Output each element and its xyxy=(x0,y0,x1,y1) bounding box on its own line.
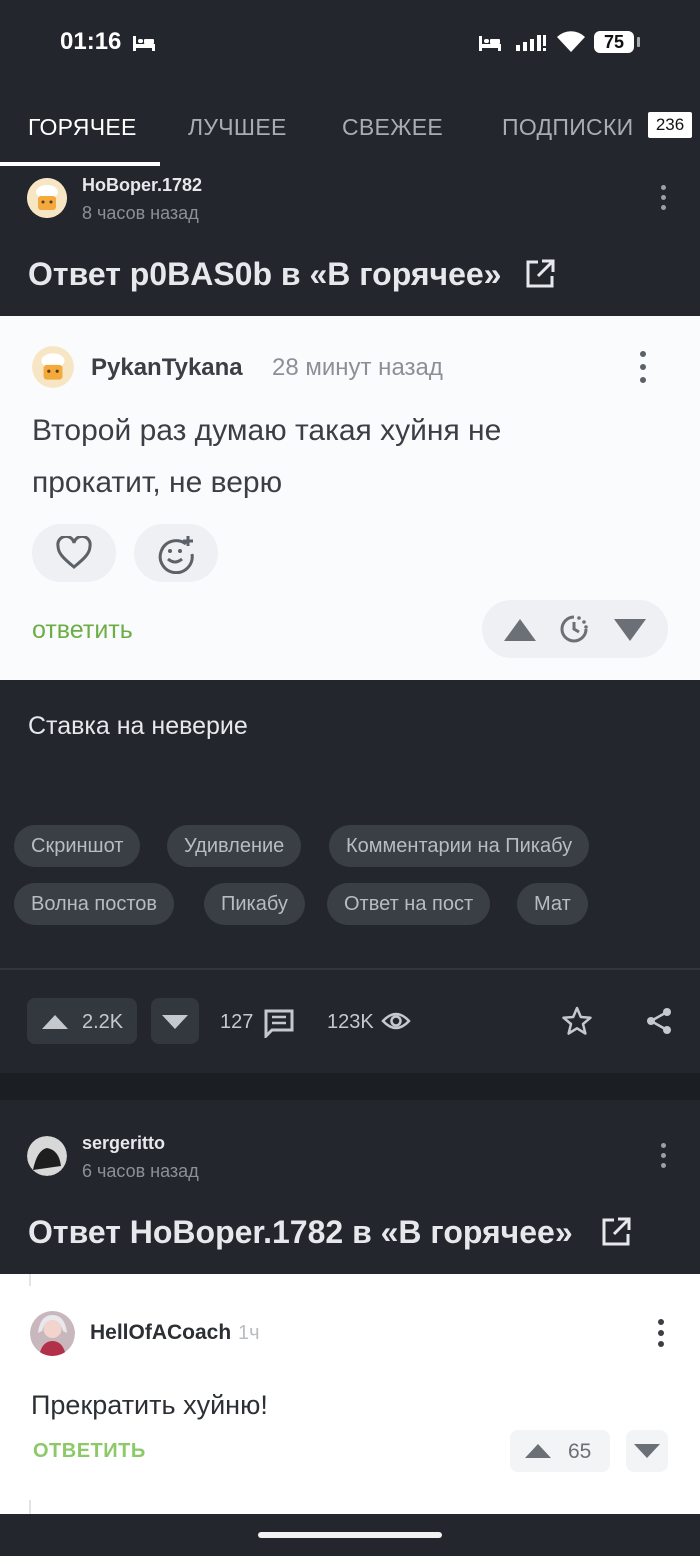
upvote-icon xyxy=(42,1015,68,1029)
comment-rating-pill xyxy=(482,600,668,658)
add-reaction-pill xyxy=(134,524,218,582)
post-rating: 2.2K xyxy=(82,1011,124,1033)
tab-hot[interactable]: ГОРЯЧЕЕ xyxy=(28,114,137,141)
avatar[interactable] xyxy=(27,178,67,218)
more-options-icon[interactable] xyxy=(661,185,667,215)
downvote-icon xyxy=(634,1444,660,1458)
downvote-button[interactable] xyxy=(151,998,199,1044)
downvote-icon xyxy=(614,619,646,641)
post-separator xyxy=(0,1073,700,1100)
comment-rating-pill: 65 xyxy=(510,1430,610,1472)
tag-pikabu-comments[interactable]: Комментарии на Пикабу xyxy=(329,825,590,867)
user-avatar-icon xyxy=(27,1136,67,1176)
post-title[interactable]: Ответ НоВoper.1782 в «В горячее» xyxy=(28,1214,573,1251)
post-title[interactable]: Ответ p0BAS0b в «В горячее» xyxy=(28,256,501,293)
alarm-bed-icon xyxy=(479,36,501,51)
comment-reply-link: ответить xyxy=(32,616,133,644)
views-count: 123K xyxy=(327,1011,374,1033)
heart-icon xyxy=(56,536,92,569)
comment-time: 28 минут назад xyxy=(272,354,443,381)
upvote-icon xyxy=(525,1444,551,1458)
add-emoji-icon xyxy=(158,536,194,574)
comment-avatar xyxy=(32,346,74,388)
thread-line xyxy=(29,1274,31,1286)
post-author[interactable]: НоВoper.1782 xyxy=(82,175,202,196)
share-icon[interactable] xyxy=(644,1006,674,1036)
comment-reply-link: ОТВЕТИТЬ xyxy=(33,1440,146,1462)
tag-surprise[interactable]: Удивление xyxy=(167,825,302,867)
post-body-text: Ставка на неверие xyxy=(28,712,248,740)
sleep-mode-icon xyxy=(133,36,155,51)
post-author[interactable]: sergeritto xyxy=(82,1133,165,1154)
tag-profanity[interactable]: Мат xyxy=(517,883,588,925)
feed-tabs: ГОРЯЧЕЕ ЛУЧШЕЕ СВЕЖЕЕ ПОДПИСКИ xyxy=(0,88,700,168)
tab-best[interactable]: ЛУЧШЕЕ xyxy=(188,114,287,141)
status-bar: 01:16 75 xyxy=(0,0,700,88)
comments-icon[interactable] xyxy=(263,1008,295,1038)
subscriptions-count-badge: 236 xyxy=(648,112,692,138)
battery-indicator: 75 xyxy=(594,31,640,53)
divider xyxy=(0,968,700,970)
comments-count[interactable]: 127 xyxy=(220,1011,253,1034)
comment-author: HellOfACoach xyxy=(90,1321,232,1344)
tag-post-wave[interactable]: Волна постов xyxy=(14,883,175,925)
tag-pikabu[interactable]: Пикабу xyxy=(204,883,305,925)
chef-avatar-icon xyxy=(27,178,67,218)
active-tab-indicator xyxy=(0,162,160,166)
like-reaction-pill xyxy=(32,524,116,582)
comment-rating: 65 xyxy=(568,1440,592,1463)
external-link-icon[interactable] xyxy=(524,258,556,290)
eye-icon xyxy=(381,1012,411,1030)
avatar[interactable] xyxy=(27,1136,67,1176)
home-indicator[interactable] xyxy=(258,1532,442,1538)
user-avatar-icon xyxy=(30,1311,75,1356)
tab-subscriptions[interactable]: ПОДПИСКИ xyxy=(502,114,634,141)
comment-author: PykanTykana xyxy=(91,354,243,381)
more-options-icon[interactable] xyxy=(661,1143,667,1173)
external-link-icon[interactable] xyxy=(600,1216,632,1248)
tag-screenshot[interactable]: Скриншот xyxy=(14,825,141,867)
downvote-icon xyxy=(162,1015,188,1029)
status-time: 01:16 xyxy=(60,28,122,55)
comment-more-icon xyxy=(640,351,646,388)
post-time: 8 часов назад xyxy=(82,203,199,223)
comment-more-icon xyxy=(658,1319,664,1352)
comment-text: Второй раз думаю такая хуйня не прокатит… xyxy=(32,414,502,499)
wifi-icon xyxy=(557,31,585,52)
comment-downvote-pill xyxy=(626,1430,668,1472)
comment-text: Прекратить хуйню! xyxy=(31,1390,268,1420)
comment-avatar xyxy=(30,1311,75,1356)
signal-icon xyxy=(516,35,546,51)
chef-avatar-icon xyxy=(32,346,74,388)
upvote-icon xyxy=(504,619,536,641)
upvote-button[interactable]: 2.2K xyxy=(27,998,137,1044)
pending-rating-icon xyxy=(560,615,588,643)
tag-reply-to-post[interactable]: Ответ на пост xyxy=(327,883,491,925)
comment-time: 1ч xyxy=(238,1322,260,1344)
star-icon[interactable] xyxy=(561,1005,593,1037)
tab-fresh[interactable]: СВЕЖЕЕ xyxy=(342,114,443,141)
post-time: 6 часов назад xyxy=(82,1161,199,1181)
thread-line xyxy=(29,1500,31,1514)
